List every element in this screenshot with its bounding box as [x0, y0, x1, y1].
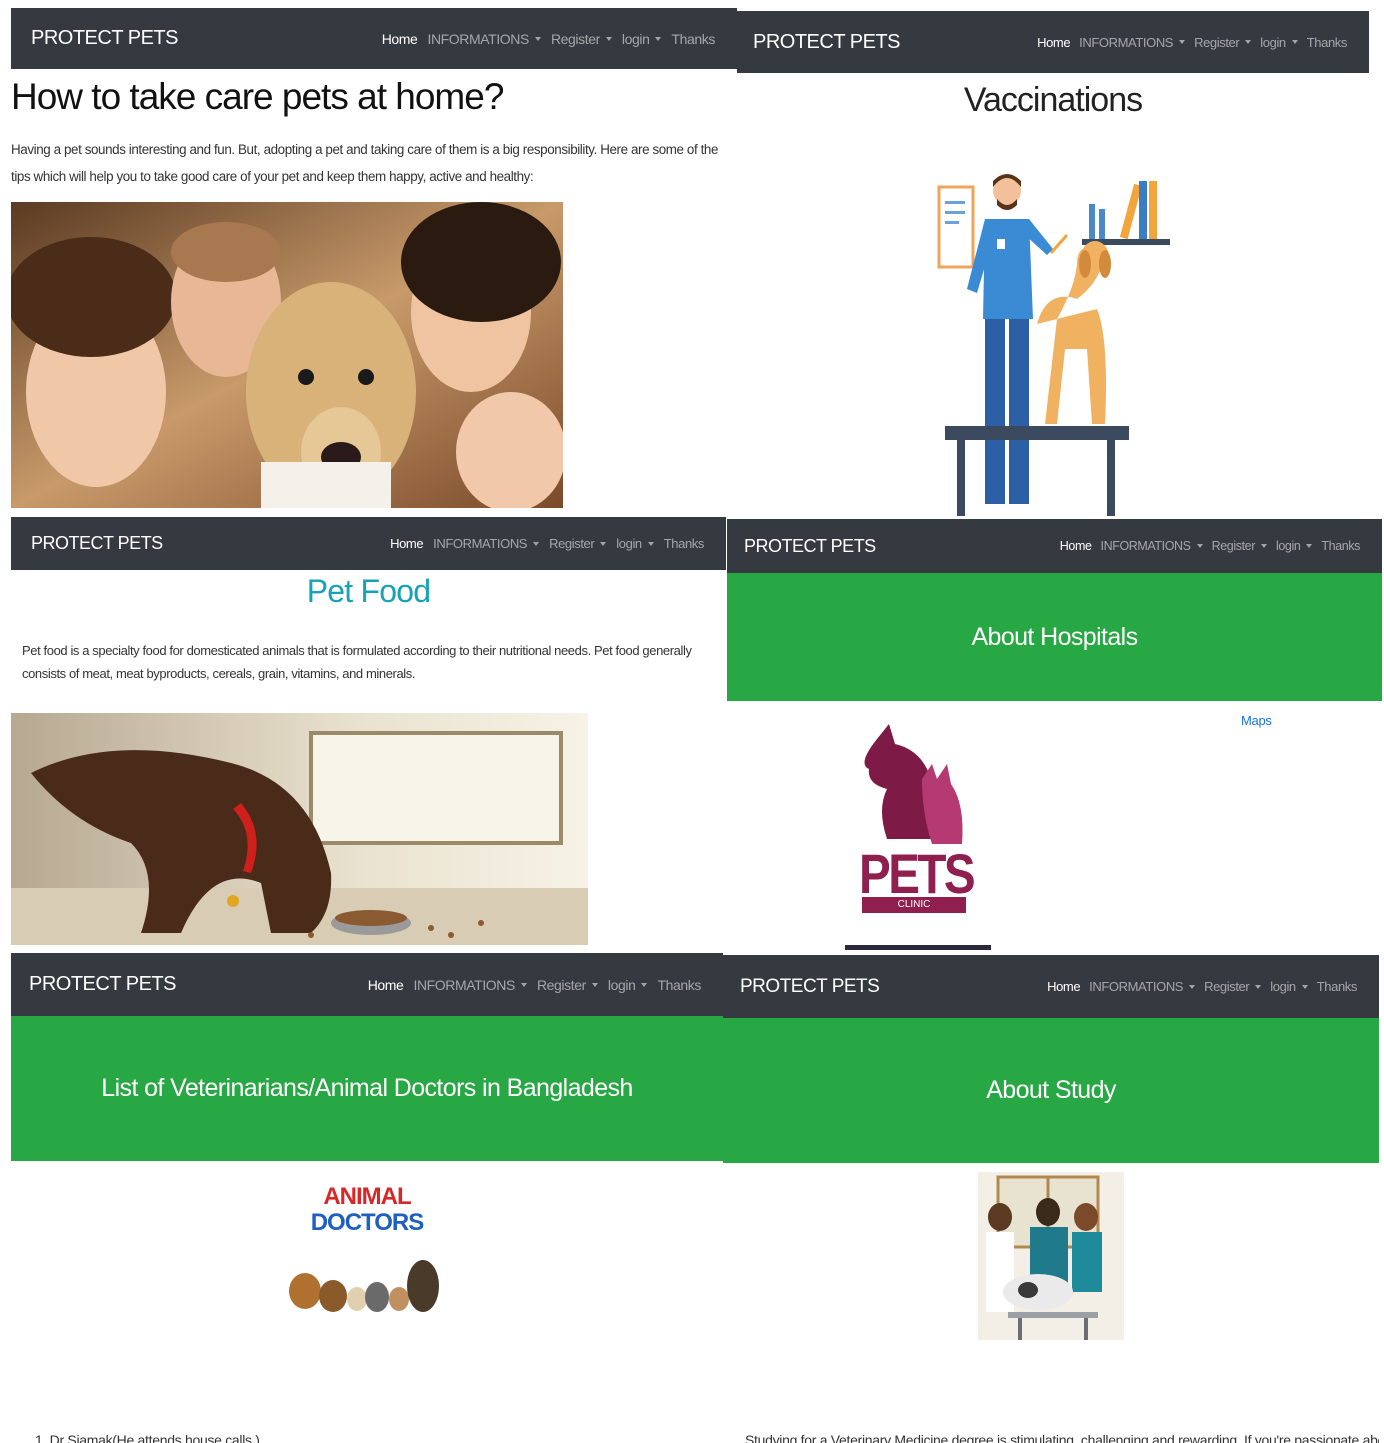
brand[interactable]: PROTECT PETS [753, 31, 901, 54]
pets-clinic-logo: PETS CLINIC [845, 709, 992, 950]
nav-menu: Home INFORMATIONS Register login Thanks [1060, 539, 1361, 553]
panel-about-study: PROTECT PETS Home INFORMATIONS Register … [723, 955, 1379, 1443]
partial-caption-bar [845, 945, 991, 950]
panel-pet-food: PROTECT PETS Home INFORMATIONS Register … [11, 517, 726, 945]
section-title: About Hospitals [971, 622, 1138, 651]
study-paragraph: Studying for a Veterinary Medicine degre… [745, 1432, 1379, 1443]
nav-thanks[interactable]: Thanks [657, 977, 701, 993]
nav-menu: Home INFORMATIONS Register login Thanks [368, 977, 702, 993]
dog-eating-photo [11, 713, 588, 945]
nav-register[interactable]: Register [1212, 539, 1267, 553]
nav-login[interactable]: login [622, 31, 662, 47]
family-with-dog-photo [11, 202, 563, 508]
hero-banner: About Study [723, 1018, 1379, 1163]
panel-about-hospitals: PROTECT PETS Home INFORMATIONS Register … [727, 519, 1382, 950]
vet-list-item: 1. Dr Siamak(He attends house calls ) [35, 1432, 260, 1443]
nav-thanks[interactable]: Thanks [1317, 979, 1358, 994]
nav-login[interactable]: login [1276, 539, 1313, 553]
caret-down-icon [1255, 984, 1262, 989]
nav-thanks[interactable]: Thanks [1321, 539, 1360, 553]
panel-care-at-home: PROTECT PETS Home INFORMATIONS Register … [11, 8, 737, 508]
pets-group-icon [289, 1260, 439, 1312]
caret-down-icon [1196, 544, 1203, 548]
nav-informations[interactable]: INFORMATIONS [1101, 539, 1203, 553]
logo-subtext: CLINIC [862, 897, 966, 913]
nav-login[interactable]: login [1260, 35, 1298, 50]
nav-login[interactable]: login [608, 977, 648, 993]
logo-line-1: ANIMAL [323, 1183, 411, 1210]
nav-informations[interactable]: INFORMATIONS [413, 977, 527, 993]
nav-informations[interactable]: INFORMATIONS [1089, 979, 1196, 994]
nav-login[interactable]: login [1270, 979, 1308, 994]
dog-cat-silhouette-icon [864, 724, 963, 844]
caret-down-icon [655, 36, 662, 41]
hero-banner: About Hospitals [727, 573, 1382, 701]
nav-informations[interactable]: INFORMATIONS [433, 536, 540, 551]
maps-link[interactable]: Maps [1241, 713, 1272, 728]
nav-register[interactable]: Register [1194, 35, 1252, 50]
nav-informations[interactable]: INFORMATIONS [427, 31, 541, 47]
nav-home[interactable]: Home [382, 31, 418, 47]
nav-register[interactable]: Register [537, 977, 598, 993]
panel-vaccinations: PROTECT PETS Home INFORMATIONS Register … [737, 11, 1369, 516]
section-title: List of Veterinarians/Animal Doctors in … [101, 1074, 633, 1102]
nav-menu: Home INFORMATIONS Register login Thanks [390, 536, 704, 551]
nav-menu: Home INFORMATIONS Register login Thanks [1047, 979, 1357, 994]
nav-login[interactable]: login [616, 536, 654, 551]
vet-vaccinating-dog-illustration [937, 174, 1170, 516]
brand[interactable]: PROTECT PETS [29, 973, 177, 996]
navbar: PROTECT PETS Home INFORMATIONS Register … [723, 955, 1379, 1018]
caret-down-icon [1291, 40, 1298, 44]
brand[interactable]: PROTECT PETS [31, 533, 163, 554]
nav-register[interactable]: Register [1204, 979, 1262, 994]
caret-down-icon [534, 36, 541, 41]
nav-register[interactable]: Register [549, 536, 607, 551]
caret-down-icon [600, 541, 607, 546]
nav-home[interactable]: Home [1060, 539, 1092, 553]
nav-thanks[interactable]: Thanks [664, 536, 705, 551]
brand[interactable]: PROTECT PETS [31, 27, 179, 50]
caret-down-icon [1301, 984, 1308, 989]
page-title: How to take care pets at home? [11, 76, 504, 117]
caret-down-icon [1179, 40, 1186, 44]
navbar: PROTECT PETS Home INFORMATIONS Register … [11, 953, 723, 1016]
section-title: Pet Food [306, 573, 431, 609]
navbar: PROTECT PETS Home INFORMATIONS Register … [727, 519, 1382, 573]
navbar: PROTECT PETS Home INFORMATIONS Register … [11, 517, 726, 570]
nav-thanks[interactable]: Thanks [671, 31, 715, 47]
nav-menu: Home INFORMATIONS Register login Thanks [1037, 35, 1347, 50]
nav-menu: Home INFORMATIONS Register login Thanks [382, 31, 716, 47]
caret-down-icon [1189, 984, 1196, 989]
caret-down-icon [605, 36, 612, 41]
brand[interactable]: PROTECT PETS [740, 976, 880, 998]
nav-thanks[interactable]: Thanks [1307, 35, 1348, 50]
caret-down-icon [1260, 544, 1267, 548]
navbar: PROTECT PETS Home INFORMATIONS Register … [737, 11, 1369, 73]
logo-line-2: DOCTORS [310, 1209, 425, 1236]
caret-down-icon [1245, 40, 1252, 44]
section-title: Vaccinations [963, 81, 1143, 119]
intro-paragraph: Having a pet sounds interesting and fun.… [11, 142, 719, 184]
nav-informations[interactable]: INFORMATIONS [1079, 35, 1186, 50]
caret-down-icon [647, 541, 654, 546]
caret-down-icon [533, 541, 540, 546]
panel-veterinarians: PROTECT PETS Home INFORMATIONS Register … [11, 953, 723, 1443]
nav-home[interactable]: Home [1047, 979, 1080, 994]
nav-home[interactable]: Home [1037, 35, 1070, 50]
section-title: About Study [986, 1076, 1116, 1104]
navbar: PROTECT PETS Home INFORMATIONS Register … [11, 8, 737, 69]
hero-banner: List of Veterinarians/Animal Doctors in … [11, 1016, 723, 1161]
caret-down-icon [591, 982, 598, 987]
pet-food-paragraph: Pet food is a specialty food for domesti… [22, 643, 692, 681]
caret-down-icon [520, 982, 527, 987]
caret-down-icon [1306, 544, 1313, 548]
nav-register[interactable]: Register [551, 31, 612, 47]
nav-home[interactable]: Home [368, 977, 404, 993]
brand[interactable]: PROTECT PETS [744, 536, 876, 557]
caret-down-icon [641, 982, 648, 987]
animal-doctors-logo: ANIMAL DOCTORS [285, 1183, 449, 1318]
vet-students-photo [978, 1172, 1124, 1340]
nav-home[interactable]: Home [390, 536, 423, 551]
